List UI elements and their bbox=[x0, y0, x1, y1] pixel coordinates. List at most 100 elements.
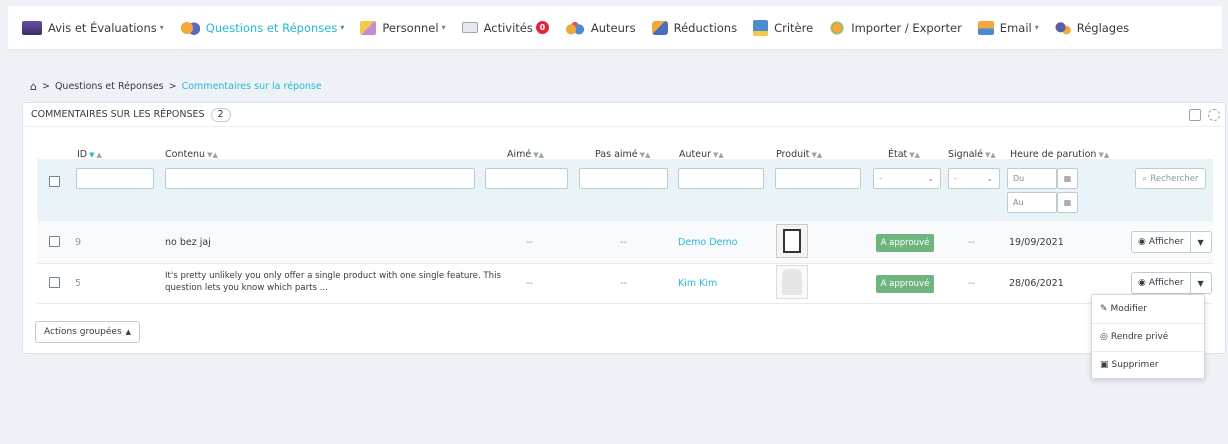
export-icon[interactable] bbox=[1189, 109, 1201, 121]
eye-icon: ◉ bbox=[1138, 278, 1146, 288]
menu-item-delete[interactable]: ▣ Supprimer bbox=[1092, 351, 1204, 379]
nav-item-settings[interactable]: Réglages bbox=[1054, 20, 1130, 35]
eye-icon: ◉ bbox=[1138, 237, 1146, 247]
nav-item-authors[interactable]: Auteurs bbox=[564, 20, 636, 35]
breadcrumb: ⌂ > Questions et Réponses > Commentaires… bbox=[30, 80, 322, 93]
product-thumbnail bbox=[776, 265, 808, 299]
view-button[interactable]: ◉ Afficher bbox=[1132, 273, 1191, 293]
trash-icon: ▣ bbox=[1100, 360, 1109, 370]
activity-icon bbox=[461, 22, 478, 33]
row-divider bbox=[37, 263, 1213, 264]
chevron-down-icon: ▾ bbox=[1034, 23, 1039, 32]
cell-liked: -- bbox=[526, 278, 533, 289]
chevron-down-icon: ⌄ bbox=[927, 174, 934, 183]
sort-icon[interactable]: ▲ bbox=[97, 151, 102, 159]
refresh-icon[interactable] bbox=[1208, 109, 1220, 121]
caret-up-icon: ▲ bbox=[125, 328, 132, 336]
cell-disliked: -- bbox=[620, 278, 627, 289]
sort-icon[interactable]: ▼ bbox=[89, 151, 94, 159]
nav-item-criteria[interactable]: Critère bbox=[753, 19, 814, 36]
breadcrumb-current: Commentaires sur la réponse bbox=[181, 81, 322, 92]
sort-icon[interactable]: ▼▲ bbox=[713, 151, 724, 159]
product-thumbnail bbox=[776, 224, 808, 258]
filter-date-from-input[interactable]: Du bbox=[1007, 168, 1057, 189]
sort-icon[interactable]: ▼▲ bbox=[533, 151, 544, 159]
authors-icon bbox=[564, 20, 585, 35]
notification-badge: 0 bbox=[535, 21, 549, 34]
nav-label: Activités bbox=[483, 20, 533, 35]
filter-liked-input[interactable] bbox=[485, 168, 568, 189]
row-actions-menu: ✎ Modifier ◎ Rendre privé ▣ Supprimer bbox=[1091, 294, 1205, 379]
row-checkbox[interactable] bbox=[49, 277, 60, 288]
nav-label: Email bbox=[999, 20, 1032, 35]
nav-label: Avis et Évaluations bbox=[48, 20, 157, 35]
sort-icon[interactable]: ▼▲ bbox=[985, 151, 996, 159]
panel-header: Commentaires sur les réponses 2 bbox=[23, 103, 1225, 127]
calendar-icon[interactable]: ▦ bbox=[1057, 192, 1078, 213]
qa-icon bbox=[179, 20, 200, 35]
sort-icon[interactable]: ▼▲ bbox=[640, 151, 651, 159]
import-export-icon bbox=[829, 20, 846, 35]
sort-icon[interactable]: ▼▲ bbox=[909, 151, 920, 159]
nav-label: Critère bbox=[774, 20, 814, 35]
staff-icon bbox=[360, 20, 377, 35]
view-button[interactable]: ◉ Afficher bbox=[1132, 232, 1191, 252]
cell-id: 5 bbox=[75, 278, 82, 289]
eye-slash-icon: ◎ bbox=[1100, 332, 1108, 342]
nav-label: Auteurs bbox=[590, 20, 636, 35]
filter-disliked-input[interactable] bbox=[579, 168, 668, 189]
menu-item-make-private[interactable]: ◎ Rendre privé bbox=[1092, 323, 1204, 351]
sort-icon[interactable]: ▼▲ bbox=[1098, 151, 1109, 159]
select-all-checkbox[interactable] bbox=[49, 176, 60, 187]
nav-label: Réductions bbox=[673, 20, 738, 35]
breadcrumb-separator: > bbox=[168, 81, 177, 92]
nav-item-import-export[interactable]: Importer / Exporter bbox=[829, 20, 962, 35]
cell-date: 19/09/2021 bbox=[1009, 237, 1064, 248]
actions-dropdown-toggle[interactable]: ▼ bbox=[1191, 232, 1211, 252]
sort-icon[interactable]: ▼▲ bbox=[207, 151, 218, 159]
bulk-actions-button[interactable]: Actions groupées ▲ bbox=[35, 321, 141, 343]
filter-author-input[interactable] bbox=[678, 168, 764, 189]
cell-disliked: -- bbox=[620, 237, 627, 248]
search-button[interactable]: ⌕ Rechercher bbox=[1135, 168, 1206, 189]
nav-item-staff[interactable]: Personnel ▾ bbox=[360, 20, 446, 35]
row-checkbox[interactable] bbox=[49, 236, 60, 247]
search-icon: ⌕ bbox=[1142, 173, 1148, 184]
nav-label: Réglages bbox=[1076, 20, 1130, 35]
nav-label: Personnel bbox=[382, 20, 439, 35]
reviews-icon bbox=[22, 20, 42, 35]
home-icon[interactable]: ⌂ bbox=[30, 80, 37, 93]
nav-item-discounts[interactable]: Réductions bbox=[651, 20, 738, 35]
record-count-badge: 2 bbox=[210, 107, 231, 122]
filter-reported-select[interactable]: - ⌄ bbox=[948, 168, 1000, 189]
chevron-down-icon: ▾ bbox=[340, 23, 345, 32]
criteria-icon bbox=[753, 19, 769, 36]
filter-state-select[interactable]: - ⌄ bbox=[873, 168, 941, 189]
cell-liked: -- bbox=[526, 237, 533, 248]
nav-item-reviews[interactable]: Avis et Évaluations ▾ bbox=[22, 20, 164, 35]
cell-id: 9 bbox=[75, 237, 82, 248]
panel-title: Commentaires sur les réponses bbox=[31, 109, 205, 120]
sort-icon[interactable]: ▼▲ bbox=[812, 151, 823, 159]
filter-id-input[interactable] bbox=[76, 168, 154, 189]
view-button-group: ◉ Afficher ▼ bbox=[1131, 272, 1212, 294]
filter-content-input[interactable] bbox=[165, 168, 475, 189]
breadcrumb-parent[interactable]: Questions et Réponses bbox=[55, 81, 164, 92]
breadcrumb-separator: > bbox=[41, 81, 50, 92]
chevron-down-icon: ⌄ bbox=[986, 174, 993, 183]
pencil-icon: ✎ bbox=[1100, 304, 1108, 314]
chevron-down-icon: ▾ bbox=[441, 23, 446, 32]
cell-author-link[interactable]: Demo Demo bbox=[678, 237, 737, 248]
menu-item-edit[interactable]: ✎ Modifier bbox=[1092, 295, 1204, 323]
calendar-icon[interactable]: ▦ bbox=[1057, 168, 1078, 189]
email-icon bbox=[977, 20, 994, 35]
nav-item-qa[interactable]: Questions et Réponses ▾ bbox=[179, 20, 345, 35]
nav-item-activity[interactable]: Activités 0 bbox=[461, 20, 549, 35]
nav-item-email[interactable]: Email ▾ bbox=[977, 20, 1039, 35]
actions-dropdown-toggle[interactable]: ▼ bbox=[1191, 273, 1211, 293]
cell-date: 28/06/2021 bbox=[1009, 278, 1064, 289]
filter-date-to-input[interactable]: Au bbox=[1007, 192, 1057, 213]
cell-reported: -- bbox=[968, 237, 975, 248]
cell-author-link[interactable]: Kim Kim bbox=[678, 278, 717, 289]
filter-product-input[interactable] bbox=[775, 168, 861, 189]
